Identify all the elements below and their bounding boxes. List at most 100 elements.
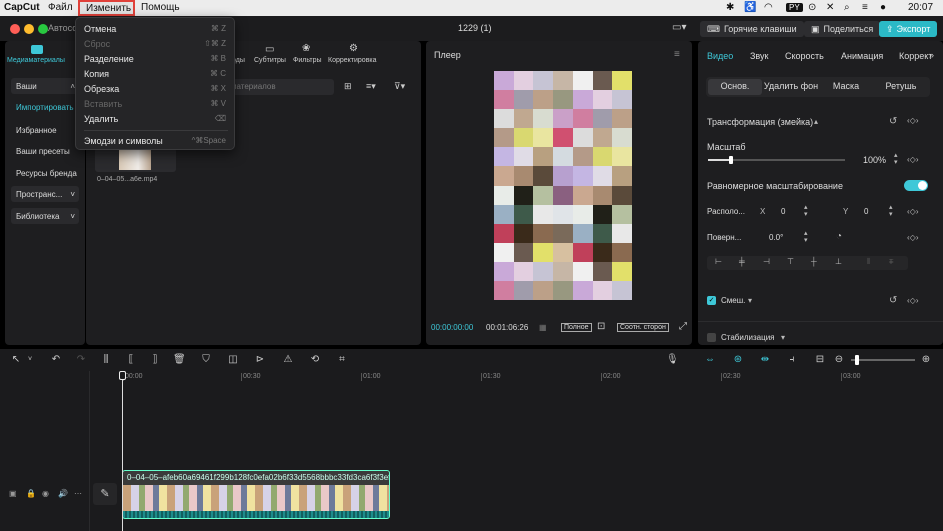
- select-tool-icon[interactable]: ↖: [10, 354, 22, 366]
- cover-icon[interactable]: ▣: [9, 489, 17, 498]
- more-icon[interactable]: ⋯: [74, 489, 82, 498]
- screenshot-icon[interactable]: ⊡: [597, 321, 605, 332]
- siri-icon[interactable]: ●: [880, 2, 886, 13]
- edit-menu-item[interactable]: Сброс ⇧⌘ Z: [84, 39, 228, 52]
- video-preview[interactable]: [494, 71, 632, 300]
- lock-icon[interactable]: 🔒: [26, 489, 36, 498]
- chevron-down-icon[interactable]: ˅: [24, 354, 36, 366]
- rotate-value[interactable]: 0.0°: [769, 233, 783, 242]
- sort-icon[interactable]: ≡▾: [366, 81, 376, 92]
- menu-help[interactable]: Помощь: [141, 2, 180, 13]
- link-main-track-icon[interactable]: ⇔: [704, 354, 716, 366]
- nav-spaces[interactable]: Пространс... ˅: [11, 186, 79, 202]
- close-window-button[interactable]: [10, 24, 20, 34]
- zoom-slider[interactable]: [851, 355, 915, 365]
- layout-icon[interactable]: ▭▾: [672, 22, 686, 33]
- grid-icon[interactable]: ▦: [539, 323, 547, 332]
- share-button[interactable]: ▣ Поделиться: [804, 21, 881, 37]
- nav-presets[interactable]: Ваши пресеты: [11, 143, 79, 159]
- fullscreen-mode-button[interactable]: Полное: [561, 323, 592, 332]
- align-center-v-icon[interactable]: ┼: [811, 257, 817, 266]
- chevron-up-icon[interactable]: ▴: [814, 117, 818, 126]
- freeze-icon[interactable]: ◫: [227, 354, 239, 366]
- input-lang-badge[interactable]: PY: [786, 3, 803, 12]
- reverse-icon[interactable]: ⊳: [254, 354, 266, 366]
- stepper-icon[interactable]: ▴ ▾: [894, 152, 898, 166]
- chevron-down-icon[interactable]: ▾: [781, 333, 785, 342]
- keyframe-icon[interactable]: ‹◇›: [907, 207, 918, 216]
- tab-speed[interactable]: Скорость: [785, 51, 824, 61]
- tab-adjust[interactable]: Корректировка: [328, 57, 377, 64]
- zoom-window-button[interactable]: [38, 24, 48, 34]
- edit-menu-item[interactable]: Разделение ⌘ B: [84, 54, 228, 67]
- marker-icon[interactable]: ⛉: [200, 354, 212, 366]
- distribute-h-icon[interactable]: ⫴: [867, 257, 870, 267]
- zoom-slider-thumb[interactable]: [855, 355, 859, 365]
- align-right-icon[interactable]: ⊣: [763, 257, 770, 266]
- keyframe-icon[interactable]: ‹◇›: [907, 233, 918, 242]
- scale-slider-thumb[interactable]: [729, 156, 734, 164]
- menu-icon[interactable]: ≡: [674, 49, 680, 60]
- chevron-down-icon[interactable]: ▾: [748, 296, 752, 305]
- segment-remove-bg[interactable]: Удалить фон: [762, 79, 820, 95]
- align-top-icon[interactable]: ⊤: [787, 257, 794, 266]
- bluetooth-icon[interactable]: ✱: [726, 2, 734, 13]
- stepper-icon[interactable]: ▴ ▾: [889, 204, 893, 218]
- tab-subtitles[interactable]: Субтитры: [254, 57, 286, 64]
- split-icon[interactable]: ⫼: [100, 354, 112, 366]
- keyframe-icon[interactable]: ‹◇›: [907, 296, 918, 305]
- edit-cover-icon[interactable]: ✎: [93, 483, 117, 505]
- align-bottom-icon[interactable]: ⊥: [835, 257, 842, 266]
- redo-icon[interactable]: ↷: [75, 354, 87, 366]
- edit-menu-item[interactable]: Вставить ⌘ V: [84, 99, 228, 112]
- align-center-h-icon[interactable]: ╪: [739, 257, 745, 266]
- nav-library[interactable]: Библиотека ˅: [11, 208, 79, 224]
- scale-slider[interactable]: [708, 156, 845, 164]
- microphone-icon[interactable]: 🎙: [666, 354, 679, 366]
- align-left-icon[interactable]: ⊢: [715, 257, 722, 266]
- nav-yours[interactable]: Ваши ˄: [11, 78, 79, 94]
- nav-favorites[interactable]: Избранное: [11, 122, 79, 138]
- chevron-right-icon[interactable]: »: [929, 50, 934, 60]
- fullscreen-icon[interactable]: ⤢: [679, 321, 687, 332]
- aspect-ratio-button[interactable]: Соотн. сторон: [617, 323, 669, 332]
- stepper-icon[interactable]: ▴ ▾: [804, 204, 808, 218]
- app-name-menu[interactable]: CapCut: [4, 2, 40, 13]
- distribute-v-icon[interactable]: ⩨: [889, 257, 894, 267]
- x-value[interactable]: 0: [781, 207, 785, 216]
- grid-view-icon[interactable]: ⊞: [344, 81, 352, 92]
- trim-right-icon[interactable]: ⟧: [149, 354, 161, 366]
- keyframe-icon[interactable]: ‹◇›: [907, 155, 918, 164]
- edit-menu-item[interactable]: Обрезка ⌘ X: [84, 84, 228, 97]
- y-value[interactable]: 0: [864, 207, 868, 216]
- nav-import[interactable]: Импортировать: [11, 99, 79, 115]
- tab-video[interactable]: Видео: [707, 51, 733, 61]
- minimize-window-button[interactable]: [24, 24, 34, 34]
- search-icon[interactable]: ⌕: [844, 2, 850, 13]
- stabilize-checkbox[interactable]: [707, 333, 716, 342]
- segment-retouch[interactable]: Ретушь: [874, 79, 928, 95]
- media-search-input[interactable]: материалов: [226, 79, 334, 95]
- edit-menu-item[interactable]: Копия ⌘ C: [84, 69, 228, 82]
- playhead-handle[interactable]: [119, 371, 126, 380]
- rotate-icon[interactable]: ⟲: [309, 354, 321, 366]
- wifi-icon[interactable]: ◠: [764, 2, 773, 13]
- zoom-out-icon[interactable]: ⊖: [833, 354, 845, 366]
- crop-icon[interactable]: ⌗: [336, 354, 348, 366]
- stepper-icon[interactable]: ▴ ▾: [804, 230, 808, 244]
- filter-icon[interactable]: ⊽▾: [394, 81, 405, 92]
- mute-icon[interactable]: ✕: [826, 2, 834, 13]
- timeline-ruler[interactable]: 00:00 00:30 01:00 01:30 02:00 02:30 03:00: [0, 371, 943, 385]
- tab-filters[interactable]: Фильтры: [293, 57, 322, 64]
- edit-menu-item[interactable]: Эмодзи и символы ^⌘Space: [84, 136, 228, 149]
- delete-icon[interactable]: 🗑: [173, 354, 186, 366]
- segment-basic[interactable]: Основ.: [708, 79, 762, 95]
- edit-menu-item[interactable]: Отмена ⌘ Z: [84, 24, 228, 37]
- media-tab[interactable]: Медиаматериалы: [7, 57, 65, 64]
- mirror-icon[interactable]: ⚠: [282, 354, 294, 366]
- export-button[interactable]: ⇪ Экспорт: [879, 21, 938, 37]
- keyframe-icon[interactable]: ‹◇›: [907, 116, 918, 125]
- video-clip[interactable]: 0–04–05–afeb60a69461f299b128fc0efa02b6f3…: [122, 470, 390, 519]
- rotate-dial-icon[interactable]: ◔: [836, 231, 842, 242]
- control-center-icon[interactable]: ≡: [862, 2, 868, 13]
